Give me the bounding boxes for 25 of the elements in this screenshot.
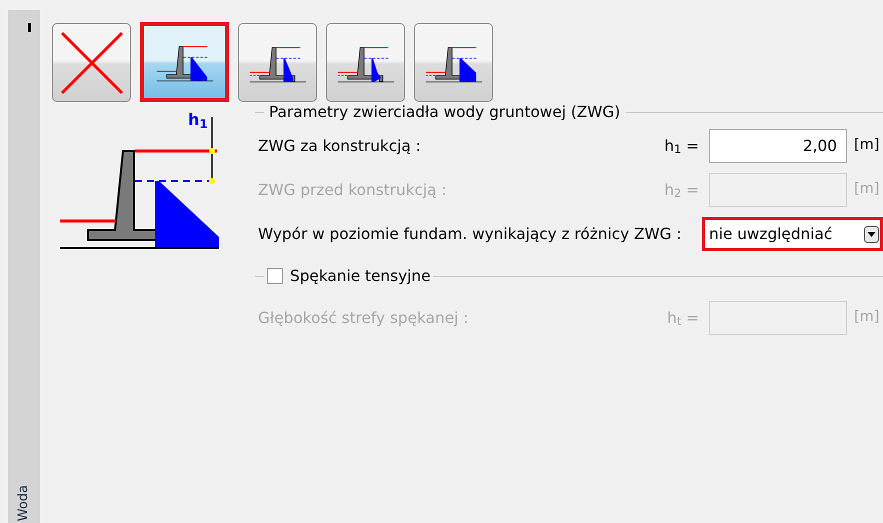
side-tab-label: Woda <box>15 484 32 521</box>
group-title: Parametry zwierciadła wody gruntowej (ZWG) <box>269 102 620 123</box>
cross-icon <box>58 30 124 96</box>
dropdown-field[interactable]: nie uwzględniać <box>702 217 883 251</box>
height-label: h$_{1}$ <box>188 112 208 128</box>
symbol-label: h$_{1}$ = <box>664 136 699 158</box>
side-tab[interactable]: Woda <box>8 10 40 523</box>
unit-label: [m] <box>854 180 880 200</box>
water-option-button[interactable] <box>140 22 229 102</box>
field-label: Wypór w poziomie fundam. wynikający z różnicy ZWG : <box>258 224 683 245</box>
grip-icon <box>28 23 31 32</box>
field-label: ZWG przed konstrukcją : <box>258 180 448 201</box>
water-option-button[interactable] <box>326 23 405 102</box>
checkbox[interactable] <box>267 268 283 284</box>
checkbox-label[interactable]: Spękanie tensyjne <box>290 264 430 288</box>
unit-label: [m] <box>854 308 880 328</box>
water-option-button[interactable] <box>414 23 493 102</box>
symbol-label: h$_{2}$ = <box>664 180 699 202</box>
symbol-label: h$_{t}$ = <box>667 308 699 330</box>
field-label: ZWG za konstrukcją : <box>258 136 422 157</box>
field-label: Głębokość strefy spękanej : <box>258 308 470 329</box>
unit-label: [m] <box>854 136 880 156</box>
input-field[interactable]: 2,00 <box>709 129 847 163</box>
water-option-button[interactable] <box>52 23 131 102</box>
water-option-button[interactable] <box>238 23 317 102</box>
